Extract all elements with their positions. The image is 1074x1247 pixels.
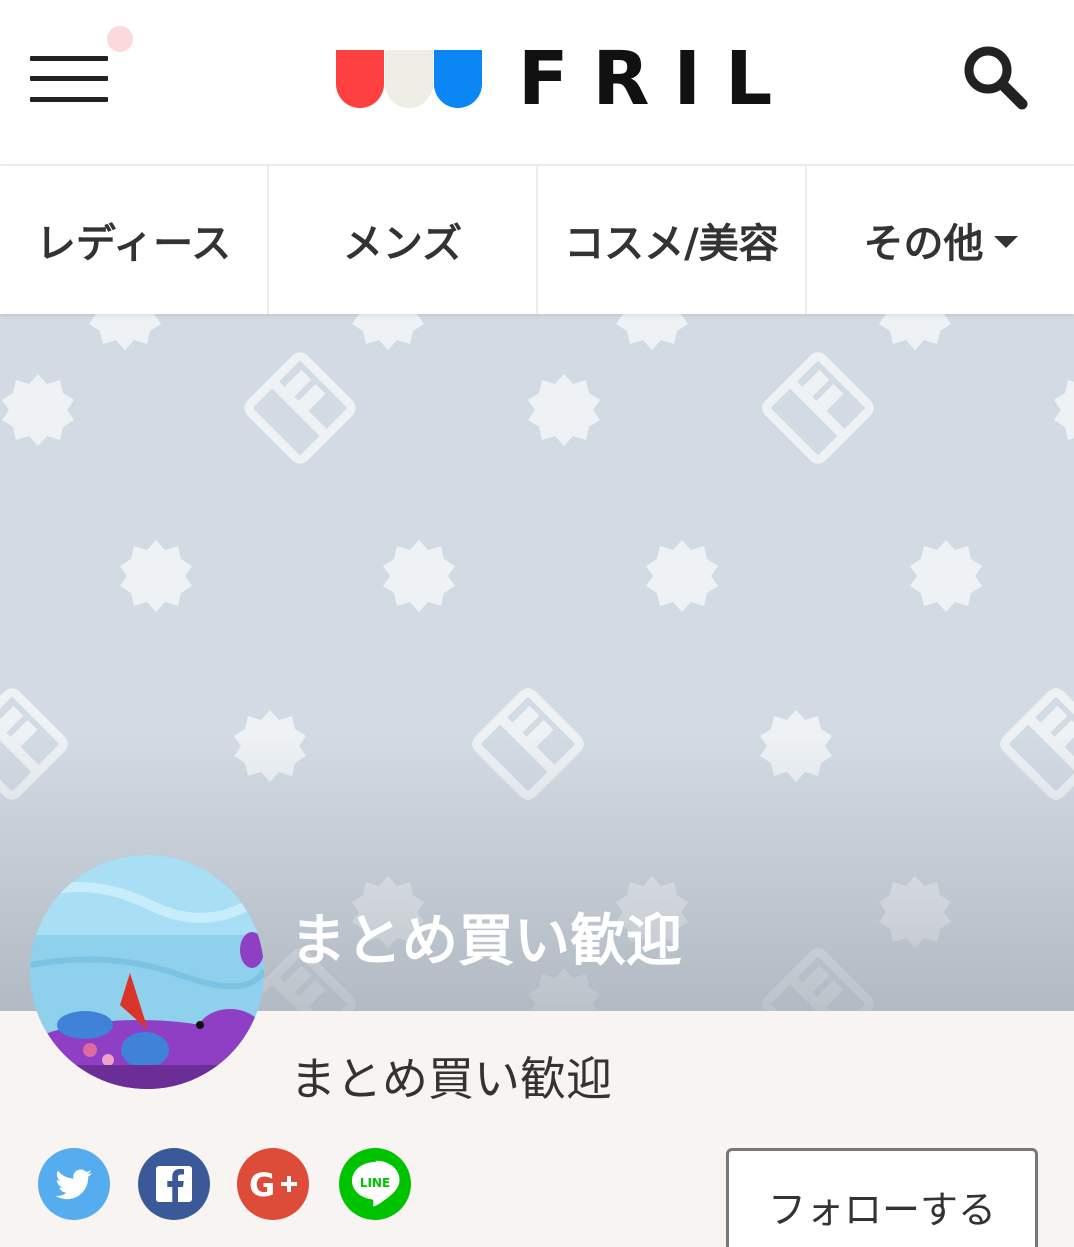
shop-description: まとめ買い歓迎 — [290, 1052, 612, 1106]
app-header: FRIL — [0, 0, 1074, 166]
svg-text:LINE: LINE — [360, 1176, 390, 1190]
svg-text:G: G — [249, 1166, 275, 1204]
twitter-share-button[interactable] — [38, 1148, 110, 1220]
caret-down-icon — [993, 236, 1018, 248]
tab-other[interactable]: その他 — [807, 166, 1074, 314]
facebook-icon — [138, 1148, 210, 1220]
menu-button[interactable] — [30, 54, 108, 106]
fril-logo[interactable]: FRIL — [334, 42, 772, 116]
follow-button[interactable]: フォローする — [726, 1148, 1038, 1247]
googleplus-share-button[interactable]: G — [237, 1148, 309, 1220]
category-tabs: レディース メンズ コスメ/美容 その他 — [0, 166, 1074, 314]
google-plus-icon: G — [237, 1148, 309, 1220]
shop-avatar[interactable] — [30, 855, 264, 1089]
search-icon — [964, 46, 1028, 110]
logo-cups-icon — [336, 50, 482, 108]
twitter-icon — [38, 1148, 110, 1220]
tab-cosme[interactable]: コスメ/美容 — [538, 166, 807, 314]
facebook-share-button[interactable] — [138, 1148, 210, 1220]
hamburger-icon — [30, 56, 108, 61]
avatar-image — [30, 855, 264, 1089]
tab-mens[interactable]: メンズ — [269, 166, 538, 314]
notification-dot — [107, 26, 133, 52]
shop-title: まとめ買い歓迎 — [290, 909, 682, 974]
line-share-button[interactable]: LINE — [339, 1148, 411, 1220]
tab-ladies[interactable]: レディース — [0, 166, 269, 314]
search-button[interactable] — [962, 44, 1028, 110]
line-icon: LINE — [339, 1148, 411, 1220]
logo-text: FRIL — [518, 36, 797, 122]
